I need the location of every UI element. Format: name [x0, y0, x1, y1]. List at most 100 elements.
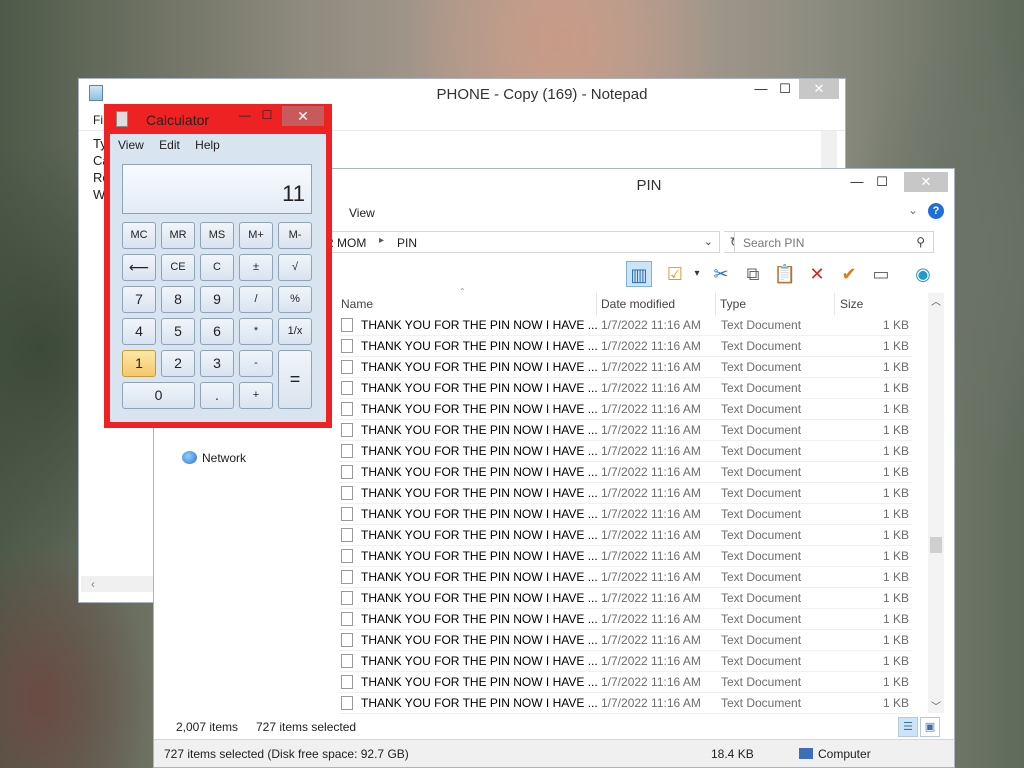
key-0[interactable]: 0 — [122, 382, 195, 409]
table-row[interactable]: THANK YOU FOR THE PIN NOW I HAVE ... 1/7/… — [339, 420, 912, 441]
table-row[interactable]: THANK YOU FOR THE PIN NOW I HAVE ... 1/7/… — [339, 504, 912, 525]
key-c[interactable]: C — [200, 254, 234, 281]
table-row[interactable]: THANK YOU FOR THE PIN NOW I HAVE ... 1/7/… — [339, 546, 912, 567]
preview-pane-icon[interactable]: ▥ — [626, 261, 652, 287]
key-m-plus[interactable]: M+ — [239, 222, 273, 249]
file-type: Text Document — [721, 654, 802, 668]
delete-icon[interactable]: ✕ — [804, 261, 830, 287]
key-6[interactable]: 6 — [200, 318, 234, 345]
key-7[interactable]: 7 — [122, 286, 156, 313]
file-type: Text Document — [721, 402, 802, 416]
key-1[interactable]: 1 — [122, 350, 156, 377]
address-dropdown-icon[interactable]: ⌄ — [704, 235, 713, 248]
breadcrumb-current[interactable]: PIN — [397, 236, 417, 250]
key-percent[interactable]: % — [278, 286, 312, 313]
file-list[interactable]: THANK YOU FOR THE PIN NOW I HAVE ... 1/7/… — [339, 315, 912, 714]
file-size: 1 KB — [882, 696, 909, 710]
table-row[interactable]: THANK YOU FOR THE PIN NOW I HAVE ... 1/7/… — [339, 483, 912, 504]
globe-icon[interactable]: ◉ — [910, 261, 936, 287]
calculator-minimize-button[interactable]: — — [236, 108, 254, 122]
key-backspace[interactable]: ⟵ — [122, 254, 156, 281]
scroll-left-arrow-icon[interactable]: ‹ — [91, 577, 95, 591]
scrollbar-thumb[interactable] — [930, 537, 942, 553]
ribbon-expand-chevron-icon[interactable]: ⌄ — [908, 203, 918, 217]
file-size: 1 KB — [882, 549, 909, 563]
key-multiply[interactable]: * — [239, 318, 273, 345]
scroll-up-arrow-icon[interactable]: ︿ — [931, 293, 941, 308]
column-header-date[interactable]: Date modified — [598, 293, 716, 315]
search-icon[interactable]: ⚲ — [916, 235, 925, 249]
key-subtract[interactable]: - — [239, 350, 273, 377]
calculator-close-button[interactable]: ✕ — [282, 106, 324, 126]
breadcrumb-separator-icon[interactable]: ▸ — [379, 235, 384, 246]
table-row[interactable]: THANK YOU FOR THE PIN NOW I HAVE ... 1/7/… — [339, 525, 912, 546]
key-equals[interactable]: = — [278, 350, 312, 409]
key-8[interactable]: 8 — [161, 286, 195, 313]
calc-menu-help[interactable]: Help — [195, 138, 220, 152]
key-ms[interactable]: MS — [200, 222, 234, 249]
address-bar[interactable]: R MOM ▸ PIN ⌄ — [324, 231, 720, 253]
properties-dropdown-icon[interactable]: ▾ — [684, 261, 710, 287]
table-row[interactable]: THANK YOU FOR THE PIN NOW I HAVE ... 1/7/… — [339, 630, 912, 651]
calc-menu-view[interactable]: View — [118, 138, 144, 152]
calculator-titlebar[interactable]: Calculator — ☐ ✕ — [104, 104, 332, 132]
table-row[interactable]: THANK YOU FOR THE PIN NOW I HAVE ... 1/7/… — [339, 399, 912, 420]
calculator-maximize-button[interactable]: ☐ — [258, 108, 276, 122]
table-row[interactable]: THANK YOU FOR THE PIN NOW I HAVE ... 1/7/… — [339, 357, 912, 378]
key-divide[interactable]: / — [239, 286, 273, 313]
key-reciprocal[interactable]: 1/x — [278, 318, 312, 345]
key-3[interactable]: 3 — [200, 350, 234, 377]
explorer-minimize-button[interactable]: — — [845, 172, 869, 192]
rename-icon[interactable]: ▭ — [868, 261, 894, 287]
notepad-menu-file[interactable]: Fi — [93, 113, 103, 127]
key-plus-minus[interactable]: ± — [239, 254, 273, 281]
key-mc[interactable]: MC — [122, 222, 156, 249]
key-5[interactable]: 5 — [161, 318, 195, 345]
table-row[interactable]: THANK YOU FOR THE PIN NOW I HAVE ... 1/7/… — [339, 441, 912, 462]
help-icon[interactable]: ? — [928, 203, 944, 219]
table-row[interactable]: THANK YOU FOR THE PIN NOW I HAVE ... 1/7/… — [339, 567, 912, 588]
table-row[interactable]: THANK YOU FOR THE PIN NOW I HAVE ... 1/7/… — [339, 672, 912, 693]
search-input[interactable]: Search PIN ⚲ — [734, 231, 934, 253]
table-row[interactable]: THANK YOU FOR THE PIN NOW I HAVE ... 1/7/… — [339, 588, 912, 609]
details-view-icon[interactable]: ☰ — [898, 717, 918, 737]
notepad-close-button[interactable]: ✕ — [799, 79, 839, 99]
file-date: 1/7/2022 11:16 AM — [601, 318, 701, 332]
notepad-maximize-button[interactable]: ☐ — [773, 79, 797, 99]
notepad-horizontal-scrollbar[interactable]: ‹ — [81, 576, 157, 592]
key-ce[interactable]: CE — [161, 254, 195, 281]
table-row[interactable]: THANK YOU FOR THE PIN NOW I HAVE ... 1/7/… — [339, 336, 912, 357]
table-row[interactable]: THANK YOU FOR THE PIN NOW I HAVE ... 1/7/… — [339, 693, 912, 714]
key-sqrt[interactable]: √ — [278, 254, 312, 281]
column-header-type[interactable]: Type — [717, 293, 835, 315]
key-add[interactable]: + — [239, 382, 273, 409]
calculator-window[interactable]: Calculator — ☐ ✕ View Edit Help 11 MC MR… — [104, 104, 332, 428]
key-9[interactable]: 9 — [200, 286, 234, 313]
table-row[interactable]: THANK YOU FOR THE PIN NOW I HAVE ... 1/7/… — [339, 315, 912, 336]
explorer-close-button[interactable]: ✕ — [904, 172, 948, 192]
large-icons-view-icon[interactable]: ▣ — [920, 717, 940, 737]
checkmark-icon[interactable]: ✔ — [836, 261, 862, 287]
table-row[interactable]: THANK YOU FOR THE PIN NOW I HAVE ... 1/7/… — [339, 609, 912, 630]
copy-icon[interactable]: ⧉ — [740, 261, 766, 287]
key-2[interactable]: 2 — [161, 350, 195, 377]
nav-item-network[interactable]: Network — [182, 451, 246, 465]
key-decimal[interactable]: . — [200, 382, 234, 409]
table-row[interactable]: THANK YOU FOR THE PIN NOW I HAVE ... 1/7/… — [339, 378, 912, 399]
table-row[interactable]: THANK YOU FOR THE PIN NOW I HAVE ... 1/7/… — [339, 651, 912, 672]
explorer-maximize-button[interactable]: ☐ — [870, 172, 894, 192]
cut-icon[interactable]: ✂ — [708, 261, 734, 287]
ribbon-tab-view[interactable]: View — [349, 206, 375, 220]
column-header-name[interactable]: Name ⌃ — [339, 287, 597, 315]
paste-icon[interactable]: 📋 — [772, 261, 798, 287]
file-name: THANK YOU FOR THE PIN NOW I HAVE ... — [361, 381, 598, 395]
table-row[interactable]: THANK YOU FOR THE PIN NOW I HAVE ... 1/7/… — [339, 462, 912, 483]
key-mr[interactable]: MR — [161, 222, 195, 249]
calc-menu-edit[interactable]: Edit — [159, 138, 180, 152]
key-m-minus[interactable]: M- — [278, 222, 312, 249]
key-4[interactable]: 4 — [122, 318, 156, 345]
scroll-down-arrow-icon[interactable]: ﹀ — [931, 698, 941, 713]
file-list-scrollbar[interactable]: ︿ ﹀ — [928, 293, 944, 713]
notepad-minimize-button[interactable]: — — [749, 79, 773, 99]
column-header-size[interactable]: Size — [836, 293, 912, 315]
